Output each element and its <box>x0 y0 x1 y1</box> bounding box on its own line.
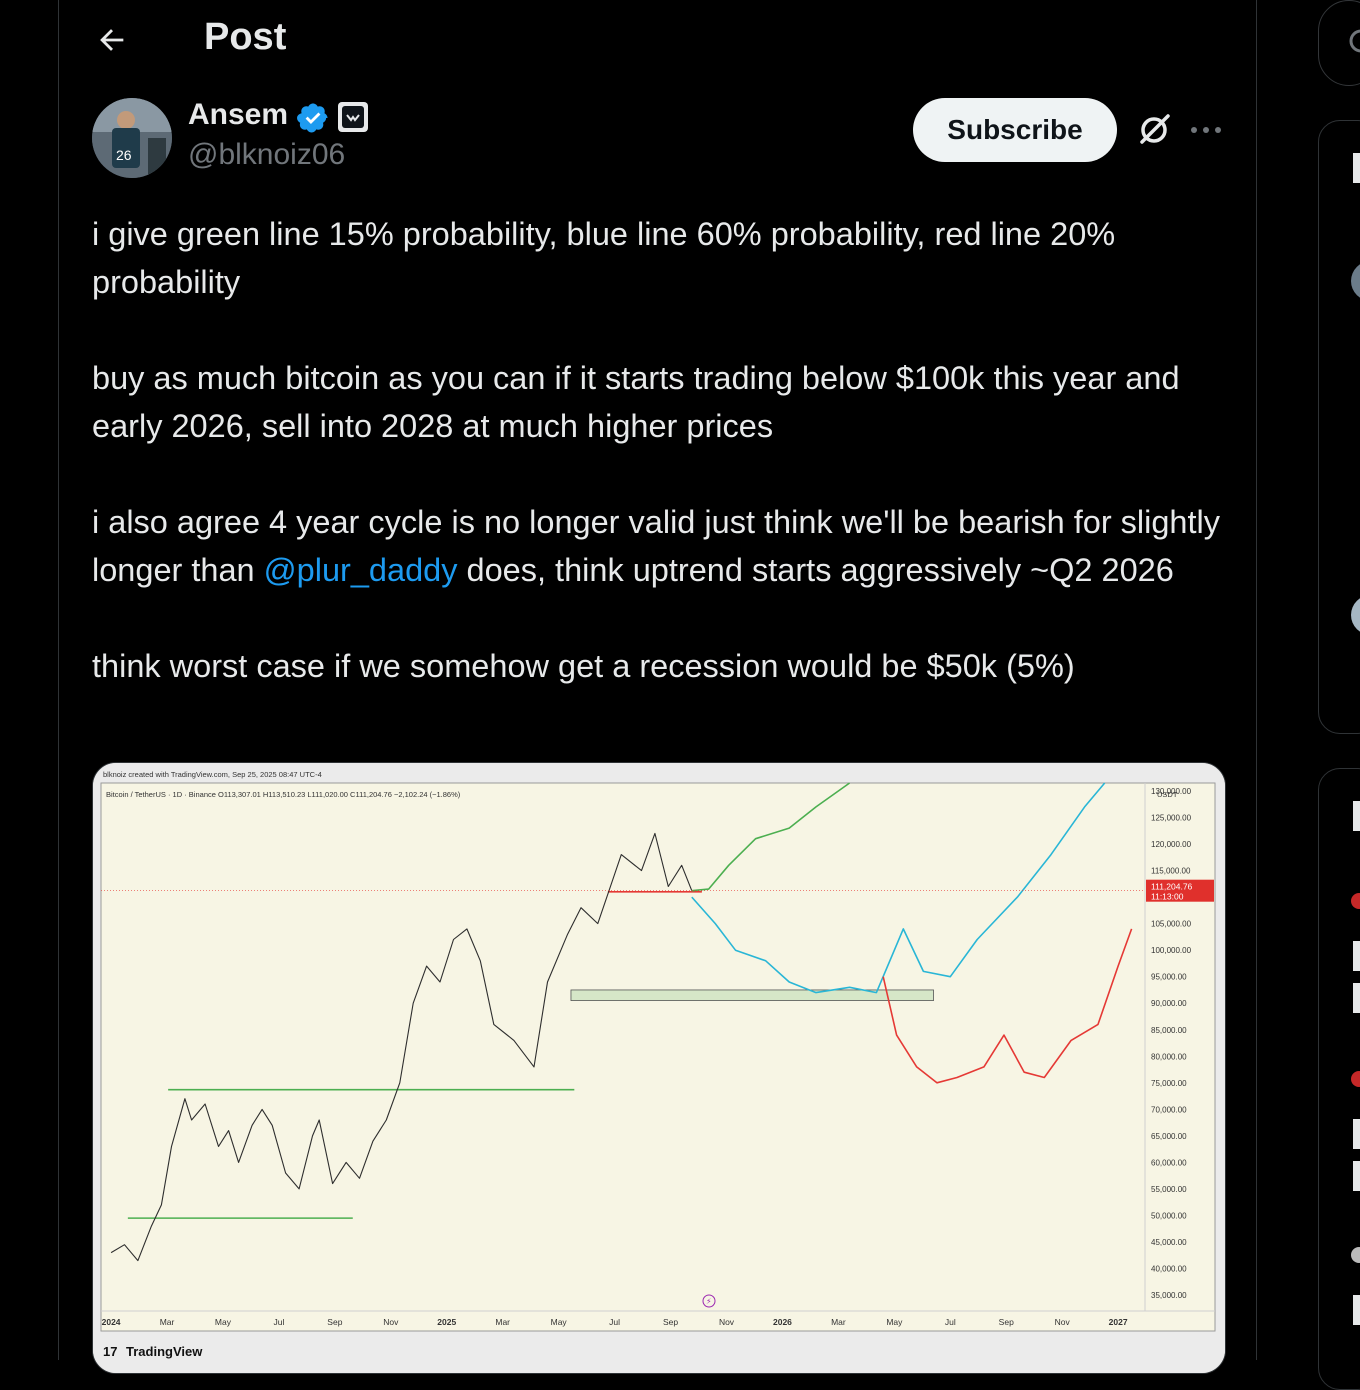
tradingview-brand: TradingView <box>126 1344 203 1359</box>
y-tick-label: 60,000.00 <box>1151 1158 1187 1167</box>
x-tick-label: 2026 <box>773 1317 792 1327</box>
tradingview-logo-icon: 17 <box>103 1344 117 1359</box>
flag-icon <box>1351 1071 1360 1087</box>
avatar[interactable]: 26 <box>92 98 172 178</box>
affiliate-badge-icon[interactable] <box>338 102 368 132</box>
post-paragraph: i also agree 4 year cycle is no longer v… <box>92 498 1232 594</box>
post-text: i give green line 15% probability, blue … <box>92 210 1232 738</box>
post-media-image[interactable]: blknoiz created with TradingView.com, Se… <box>92 762 1226 1374</box>
verified-badge-icon <box>297 103 328 133</box>
x-tick-label: May <box>886 1317 903 1327</box>
x-tick-label: Mar <box>495 1317 510 1327</box>
chart-symbol-line: Bitcoin / TetherUS · 1D · Binance O113,3… <box>106 790 461 799</box>
sidebar-text-fragment <box>1353 983 1360 1013</box>
y-tick-label: 85,000.00 <box>1151 1026 1187 1035</box>
y-tick-label: 115,000.00 <box>1151 867 1191 876</box>
y-tick-label: 130,000.00 <box>1151 787 1192 796</box>
arrow-left-icon <box>100 29 124 51</box>
sidebar-heading-fragment <box>1353 153 1360 183</box>
main-column-left-border <box>58 0 59 1360</box>
post-paragraph: i give green line 15% probability, blue … <box>92 216 1116 300</box>
y-tick-label: 125,000.00 <box>1151 813 1192 822</box>
mention-link[interactable]: @plur_daddy <box>264 552 458 588</box>
sidebar-text-fragment <box>1353 941 1360 971</box>
svg-text:26: 26 <box>116 147 132 163</box>
x-tick-label: Sep <box>663 1317 678 1327</box>
y-tick-label: 55,000.00 <box>1151 1185 1187 1194</box>
lightning-glyph: ⚡ <box>706 1297 712 1306</box>
main-column-right-border <box>1256 0 1257 1360</box>
y-tick-label: 120,000.00 <box>1151 840 1192 849</box>
x-tick-label: Nov <box>1055 1317 1071 1327</box>
avatar[interactable] <box>1351 595 1360 635</box>
x-tick-label: May <box>551 1317 568 1327</box>
sidebar-text-fragment <box>1353 1295 1360 1325</box>
search-icon <box>1349 29 1360 53</box>
x-tick-label: Sep <box>327 1317 342 1327</box>
y-tick-label: 65,000.00 <box>1151 1132 1187 1141</box>
y-tick-label: 50,000.00 <box>1151 1211 1187 1220</box>
grok-icon[interactable] <box>1134 110 1174 150</box>
x-tick-label: 2024 <box>102 1317 121 1327</box>
page-title: Post <box>204 16 287 58</box>
back-button[interactable] <box>90 18 134 62</box>
x-tick-label: Nov <box>383 1317 399 1327</box>
right-sidebar-card <box>1318 768 1360 1390</box>
sidebar-heading-fragment <box>1353 801 1360 831</box>
x-tick-label: Jul <box>609 1317 620 1327</box>
y-tick-label: 70,000.00 <box>1151 1105 1187 1114</box>
flag-icon <box>1351 893 1360 909</box>
x-tick-label: Nov <box>719 1317 735 1327</box>
y-tick-label: 90,000.00 <box>1151 999 1187 1008</box>
y-tick-label: 100,000.00 <box>1151 946 1192 955</box>
post-paragraph: think worst case if we somehow get a rec… <box>92 648 1075 684</box>
x-tick-label: Mar <box>160 1317 175 1327</box>
x-tick-label: Mar <box>831 1317 846 1327</box>
more-options-button[interactable] <box>1186 110 1226 150</box>
flag-icon <box>1351 1247 1360 1263</box>
sidebar-text-fragment <box>1353 1161 1360 1191</box>
avatar[interactable] <box>1351 261 1360 301</box>
author-handle[interactable]: @blknoiz06 <box>188 138 345 172</box>
x-tick-label: May <box>215 1317 232 1327</box>
more-dots-icon <box>1191 127 1221 133</box>
y-tick-label: 35,000.00 <box>1151 1291 1187 1300</box>
author-name[interactable]: Ansem <box>188 98 288 132</box>
post-paragraph: buy as much bitcoin as you can if it sta… <box>92 360 1180 444</box>
x-tick-label: Jul <box>273 1317 284 1327</box>
y-tick-label: 40,000.00 <box>1151 1265 1187 1274</box>
sidebar-text-fragment <box>1353 1119 1360 1149</box>
right-sidebar-card <box>1318 120 1360 734</box>
x-tick-label: Jul <box>945 1317 956 1327</box>
price-chart: blknoiz created with TradingView.com, Se… <box>93 763 1225 1373</box>
y-tick-label: 75,000.00 <box>1151 1079 1187 1088</box>
y-tick-label: 45,000.00 <box>1151 1238 1187 1247</box>
last-price-value: 111,204.76 <box>1151 882 1193 892</box>
x-tick-label: 2027 <box>1109 1317 1128 1327</box>
last-price-time: 11:13:00 <box>1151 892 1184 902</box>
post-text-segment: does, think uptrend starts aggressively … <box>457 552 1174 588</box>
y-tick-label: 80,000.00 <box>1151 1052 1187 1061</box>
y-tick-label: 105,000.00 <box>1151 920 1192 929</box>
chart-watermark: blknoiz created with TradingView.com, Se… <box>103 770 322 779</box>
x-tick-label: Sep <box>999 1317 1014 1327</box>
subscribe-button[interactable]: Subscribe <box>913 98 1117 162</box>
x-tick-label: 2025 <box>437 1317 456 1327</box>
y-tick-label: 95,000.00 <box>1151 973 1187 982</box>
support-zone <box>570 989 934 1001</box>
search-input[interactable] <box>1318 0 1360 86</box>
